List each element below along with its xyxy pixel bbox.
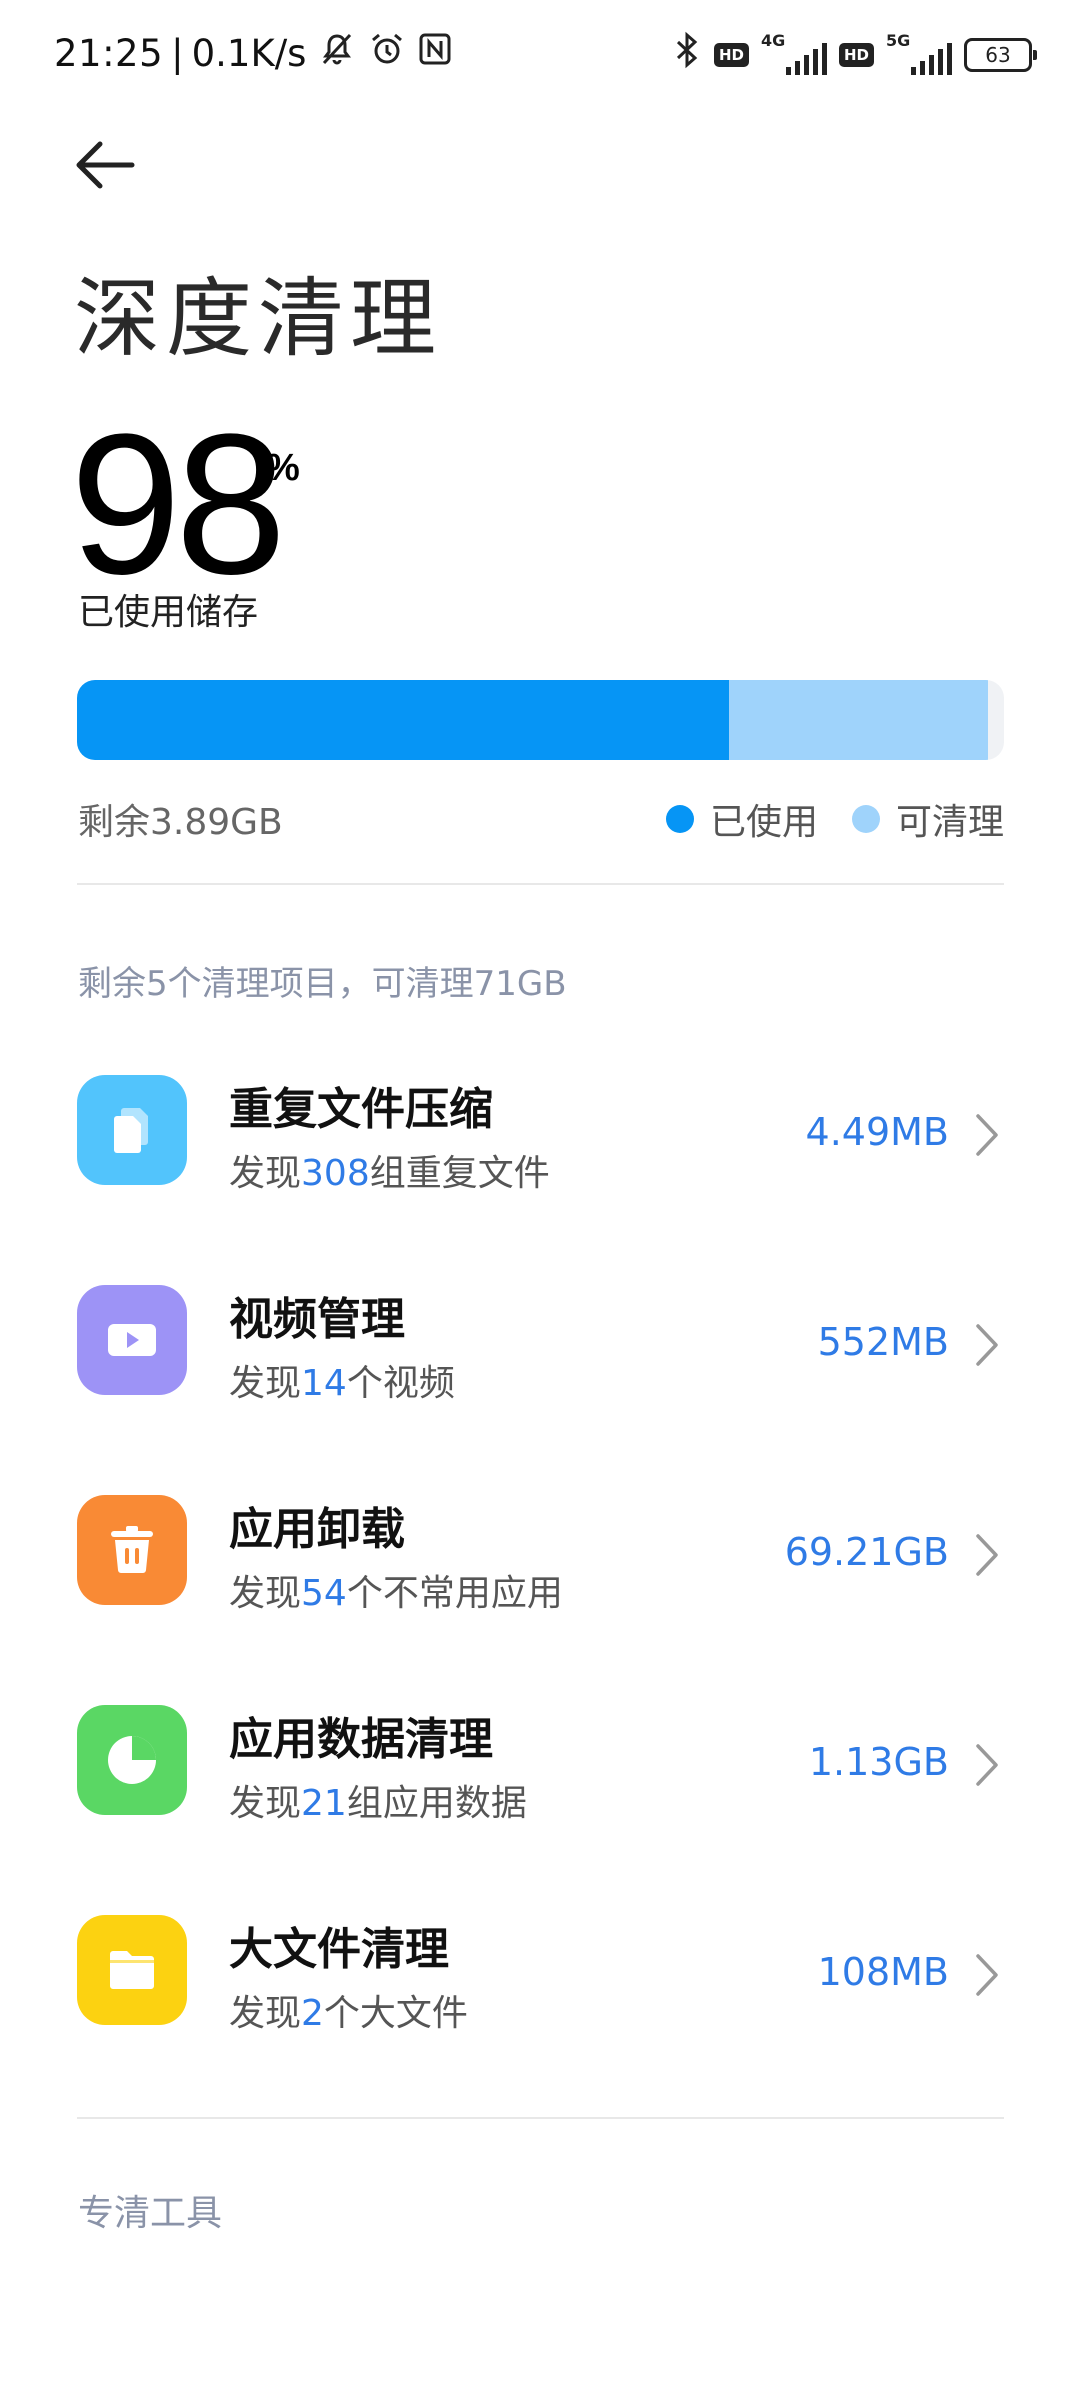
cleanup-summary: 剩余5个清理项目，可清理71GB [78, 964, 567, 1004]
bluetooth-icon [672, 30, 702, 79]
storage-bar-cleanable [728, 680, 989, 760]
special-tools-section-label: 专清工具 [78, 2193, 223, 2234]
trash-icon [77, 1495, 187, 1605]
duplicate-files-icon [77, 1075, 187, 1185]
item-title: 大文件清理 [229, 1924, 449, 1975]
chevron-right-icon [976, 1534, 998, 1576]
list-item-large-files[interactable]: 大文件清理 发现2个大文件 108MB [0, 1880, 1080, 2070]
network-type-2: 5G [886, 30, 911, 50]
pie-chart-icon [77, 1705, 187, 1815]
list-item-app-data-cleanup[interactable]: 应用数据清理 发现21组应用数据 1.13GB [0, 1670, 1080, 1860]
page-title: 深度清理 [74, 269, 442, 369]
item-description: 发现2个大文件 [229, 1993, 468, 2034]
legend-used: 已使用 [665, 793, 818, 845]
item-title: 应用卸载 [229, 1504, 405, 1555]
legend-used-dot-icon [665, 805, 694, 833]
item-size: 108MB [817, 1950, 949, 1994]
item-description: 发现54个不常用应用 [229, 1573, 563, 1614]
chevron-right-icon [976, 1324, 998, 1366]
alarm-icon [368, 30, 406, 77]
battery-icon: 63 [964, 37, 1037, 72]
deep-clean-page: 21:25 | 0.1K/s HD 4G HD 5G 63 深度清理 98 % … [0, 0, 1080, 2400]
status-separator: | [171, 32, 184, 75]
used-storage-label: 已使用储存 [78, 592, 259, 633]
item-size: 1.13GB [808, 1740, 949, 1784]
network-type-1: 4G [760, 30, 786, 50]
storage-legend: 已使用 可清理 [632, 793, 1004, 845]
divider [77, 2117, 1004, 2119]
legend-cleanable-dot-icon [851, 805, 880, 833]
storage-bar [77, 680, 1004, 760]
folder-icon [77, 1915, 187, 2025]
legend-used-label: 已使用 [709, 802, 818, 843]
hd-badge-1: HD [713, 42, 749, 67]
back-button[interactable] [70, 130, 150, 200]
list-item-duplicate-files[interactable]: 重复文件压缩 发现308组重复文件 4.49MB [0, 1040, 1080, 1230]
signal-icon: 4G [760, 30, 827, 77]
status-bar: 21:25 | 0.1K/s HD 4G HD 5G 63 [0, 0, 1080, 112]
item-size: 4.49MB [805, 1110, 949, 1154]
chevron-right-icon [976, 1744, 998, 1786]
signal-icon-2: 5G [886, 30, 952, 77]
item-description: 发现21组应用数据 [229, 1783, 527, 1824]
nfc-icon [418, 32, 452, 75]
item-title: 应用数据清理 [229, 1714, 493, 1765]
chevron-right-icon [976, 1954, 998, 1996]
status-right: HD 4G HD 5G 63 [672, 30, 1037, 79]
storage-bar-used [77, 680, 729, 760]
percent-sign: % [266, 447, 300, 489]
remaining-storage: 剩余3.89GB [78, 802, 283, 843]
back-arrow-icon [76, 141, 135, 189]
network-speed: 0.1K/s [191, 32, 307, 75]
legend-cleanable-label: 可清理 [895, 802, 1004, 843]
item-size: 552MB [817, 1320, 949, 1364]
hd-badge-2: HD [838, 42, 874, 67]
used-percent-value: 98 [70, 393, 286, 616]
divider [77, 883, 1004, 885]
status-left: 21:25 | 0.1K/s [54, 30, 452, 77]
item-title: 视频管理 [229, 1294, 405, 1345]
clock: 21:25 [54, 32, 164, 75]
list-item-video-management[interactable]: 视频管理 发现14个视频 552MB [0, 1250, 1080, 1440]
chevron-right-icon [976, 1114, 998, 1156]
item-size: 69.21GB [784, 1530, 949, 1574]
mute-bell-icon [318, 30, 356, 77]
video-icon [77, 1285, 187, 1395]
item-title: 重复文件压缩 [229, 1084, 493, 1135]
list-item-app-uninstall[interactable]: 应用卸载 发现54个不常用应用 69.21GB [0, 1460, 1080, 1650]
item-description: 发现308组重复文件 [229, 1153, 550, 1194]
legend-cleanable: 可清理 [851, 793, 1004, 845]
item-description: 发现14个视频 [229, 1363, 455, 1404]
